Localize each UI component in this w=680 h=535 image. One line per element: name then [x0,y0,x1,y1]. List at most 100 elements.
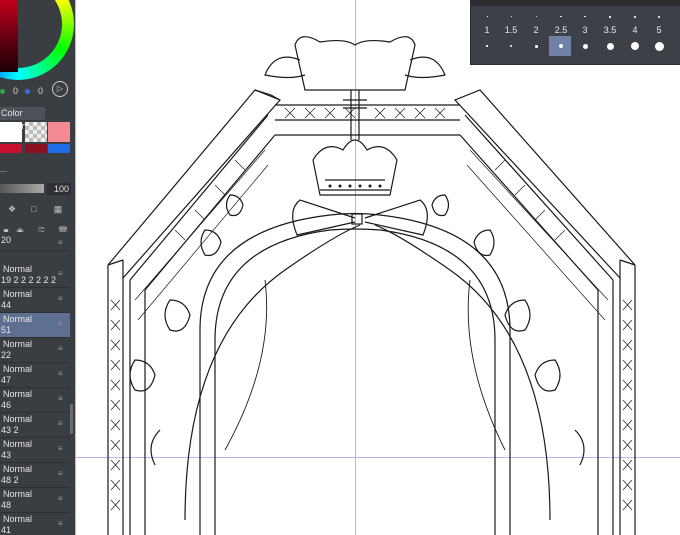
frame-left-inner [129,280,146,535]
layer-menu-icon[interactable]: ≡ [58,445,65,453]
layer-blend-mode: Normal [3,264,33,274]
color-history-swatch[interactable] [48,144,70,153]
brush-preview-dot [584,16,586,18]
drawing-canvas[interactable] [75,0,680,535]
ribbon-right [374,224,551,521]
brush-size-label[interactable]: 2 [524,25,548,35]
arch-inner [214,228,496,535]
layer-blend-mode: Normal [3,439,33,449]
layer-name: 43 [1,450,12,460]
top-ornament [294,36,416,91]
rgb-b-value[interactable]: 0 [38,86,43,96]
brush-size-dot[interactable] [486,45,488,47]
layer-menu-icon[interactable]: ≡ [58,370,65,378]
layer-row[interactable]: Normal 44 ≡ [0,288,70,313]
brush-size-label[interactable]: 1.5 [499,25,523,35]
brush-preview-dot [634,16,636,18]
brush-preview-dot [609,16,611,18]
opacity-slider[interactable] [0,184,44,193]
wings [264,56,446,79]
layer-name: 22 [1,350,12,360]
brush-size-dot[interactable] [559,44,563,48]
brush-size-label[interactable]: 4 [623,25,647,35]
layer-name: 44 [1,300,12,310]
layer-row[interactable]: Normal 47 ≡ [0,363,70,388]
layer-row[interactable]: Normal 43 ≡ [0,438,70,463]
layer-menu-icon[interactable]: ≡ [58,295,65,303]
brush-preview-dot [658,16,660,18]
layer-blend-mode: Normal [3,514,33,524]
layer-panel-tab[interactable]: — [0,168,12,178]
layer-menu-icon[interactable]: ≡ [58,420,65,428]
brush-size-label[interactable]: 2.5 [549,25,573,35]
new-layer-icon[interactable]: ❖ [6,204,18,214]
opacity-value[interactable]: 100 [47,183,71,195]
brush-preview-dot [560,16,562,18]
line-art-illustration [107,36,636,535]
layer-name: 51 [1,325,12,335]
brush-size-dot[interactable] [510,45,512,47]
layer-blend-mode: Normal [3,414,33,424]
layer-blend-mode: Normal [3,489,33,499]
brush-size-label[interactable]: 3.5 [598,25,622,35]
layer-menu-icon[interactable]: ≡ [58,239,65,247]
layer-row[interactable]: Normal 51 ≡ [0,313,70,338]
layer-row[interactable]: Normal 41 ≡ [0,513,70,535]
brush-size-dot[interactable] [631,42,639,50]
layer-blend-mode: Normal [3,314,33,324]
brush-preview-dot [510,16,512,17]
layer-name: 20 [1,235,12,245]
layer-menu-icon[interactable]: ≡ [58,470,65,478]
layer-row[interactable]: Normal 19 2 2 2 2 2 2 ≡ [0,263,70,288]
layer-menu-icon[interactable]: ≡ [58,520,65,528]
brush-size-dot[interactable] [606,42,614,50]
left-panel: 0 0 ▷ Color History — 100 ❖ □ ▦ ■ ◉ ⎘ 🗑 … [0,0,75,535]
new-folder-icon[interactable]: ▦ [52,204,64,214]
layer-row[interactable]: 20 ≡ [0,232,70,251]
layer-name: 48 [1,500,12,510]
layer-menu-icon[interactable]: ≡ [58,270,65,278]
layer-row[interactable]: Normal 48 ≡ [0,488,70,513]
brush-size-label[interactable]: 5 [647,25,671,35]
layer-name: 47 [1,375,12,385]
layer-menu-icon[interactable]: ≡ [58,345,65,353]
color-history-swatch[interactable] [25,122,47,142]
rgb-r-value[interactable]: 0 [13,86,18,96]
lily-of-the-valley-flowers [129,194,585,466]
layer-row[interactable]: Normal 46 ≡ [0,388,70,413]
layer-name: 48 2 [1,475,19,485]
layer-row[interactable]: Normal 48 2 ≡ [0,463,70,488]
layer-name: 43 2 [1,425,19,435]
layer-menu-icon[interactable]: ≡ [58,495,65,503]
new-vector-layer-icon[interactable]: □ [28,204,40,214]
layer-list-scrollbar[interactable] [70,404,73,434]
layer-row[interactable]: Normal 43 2 ≡ [0,413,70,438]
color-picker-area[interactable] [0,0,18,72]
layer-row[interactable]: Normal 22 ≡ [0,338,70,363]
layer-blend-mode: Normal [3,289,33,299]
brush-size-dot[interactable] [654,41,664,51]
brush-size-dot[interactable] [534,44,538,48]
layer-name: 41 [1,525,12,535]
layer-blend-mode: Normal [3,389,33,399]
frame-left-outer [107,259,124,535]
frame-right-outer [619,259,636,535]
brush-preview-dot [486,16,488,17]
layer-blend-mode: Normal [3,339,33,349]
color-history-swatch[interactable] [0,144,22,153]
color-mode-icon[interactable]: ▷ [52,81,68,97]
color-history-swatch[interactable] [25,144,47,153]
brush-size-dot[interactable] [582,43,588,49]
color-history-title: Color History [0,107,45,131]
frame-left-top [107,89,282,279]
color-history-swatch[interactable] [48,122,70,142]
color-history-swatch[interactable] [0,122,22,142]
brush-size-label[interactable]: 1 [475,25,499,35]
bow-left-loop [292,199,356,236]
layer-menu-icon[interactable]: ≡ [58,320,65,328]
layer-menu-icon[interactable]: ≡ [58,395,65,403]
green-dot-icon [0,89,5,94]
top-beam [275,104,460,136]
brush-size-label[interactable]: 3 [573,25,597,35]
frame-right-top [453,89,636,279]
